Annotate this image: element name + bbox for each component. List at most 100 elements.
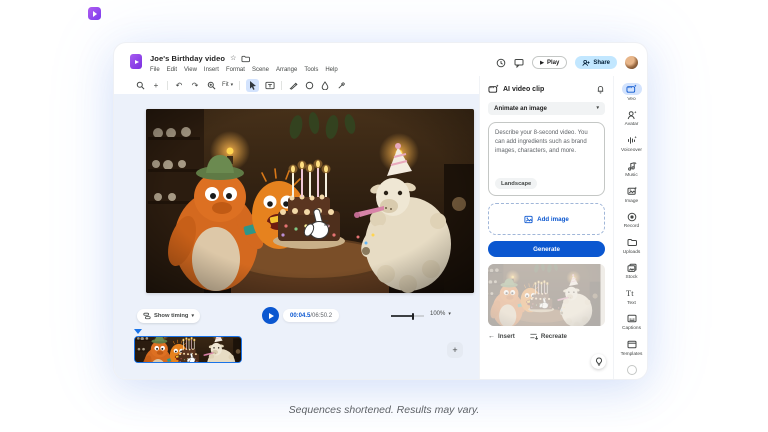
zoom-level-value: 100% [430,311,445,317]
timeline-play-button[interactable] [262,307,279,324]
divider [281,81,282,90]
play-button-label: Play [547,60,559,66]
sidebar-label: Voiceover [621,148,642,153]
sidebar-label: Record [624,224,639,229]
menu-help[interactable]: Help [325,67,337,73]
play-button[interactable]: ▶ Play [532,56,567,69]
chevron-down-icon: ▾ [596,106,599,111]
veo-icon [626,84,637,94]
document-title[interactable]: Joe's Birthday video [150,54,225,63]
playhead-marker[interactable] [134,329,142,334]
sidebar-item-stock[interactable]: Stock [614,262,648,281]
recreate-button[interactable]: Recreate [529,332,567,340]
aspect-ratio-chip[interactable]: Landscape [495,178,537,189]
move-folder-icon[interactable] [241,55,250,63]
sidebar-item-record[interactable]: Record [614,211,648,230]
play-icon: ▶ [540,60,544,66]
recreate-icon [529,332,538,340]
redo-icon[interactable]: ↷ [190,80,200,90]
sidebar-item-music[interactable]: Music [614,160,648,179]
record-icon [627,212,637,222]
account-avatar[interactable] [625,56,638,69]
volume-slider[interactable] [391,315,424,317]
chevron-down-icon: ▾ [191,314,194,319]
version-history-icon[interactable] [496,58,506,68]
star-icon[interactable]: ☆ [230,55,236,62]
shapes-icon[interactable] [304,80,314,90]
svg-text:Tt: Tt [626,288,634,298]
menu-insert[interactable]: Insert [204,67,219,73]
chevron-down-icon: ▾ [448,312,451,317]
video-frame[interactable] [146,109,474,293]
search-icon[interactable] [135,80,145,90]
generated-preview[interactable] [488,264,605,326]
chevron-down-icon: ▾ [231,83,234,88]
zoom-in-icon[interactable]: + [151,80,161,90]
menu-scene[interactable]: Scene [252,67,269,73]
paint-format-icon[interactable] [206,80,216,90]
current-time: 00:04.5 [290,313,310,319]
veo-clip-icon [488,84,499,94]
undo-icon[interactable]: ↶ [174,80,184,90]
time-display: 00:04.5 / 06:50.2 [283,309,339,322]
preview-thumbnail [488,264,605,326]
lightbulb-icon [595,357,603,366]
add-image-label: Add image [537,216,569,223]
tips-button[interactable] [591,354,606,369]
add-image-button[interactable]: Add image [488,203,605,235]
bell-icon[interactable] [596,84,605,94]
menu-file[interactable]: File [150,67,160,73]
menu-edit[interactable]: Edit [167,67,177,73]
insert-button[interactable]: ← Insert [488,333,515,340]
show-timing-label: Show timing [154,313,188,319]
ai-video-clip-panel: AI video clip Animate an image ▾ Describ… [479,76,613,380]
sidebar-item-veo[interactable]: Veo [614,83,648,102]
add-clip-button[interactable]: + [447,342,463,358]
fit-zoom-dropdown[interactable]: Fit ▾ [222,82,233,88]
divider [167,81,168,90]
templates-icon [627,340,637,349]
share-button[interactable]: Share [575,56,617,69]
mode-select[interactable]: Animate an image ▾ [488,102,605,115]
show-timing-button[interactable]: Show timing ▾ [137,309,200,323]
menu-view[interactable]: View [184,67,197,73]
sidebar-item-uploads[interactable]: Uploads [614,236,648,255]
editor-canvas[interactable]: Show timing ▾ 00:04.5 / 06:50.2 100% ▾ [114,94,479,380]
select-tool-button[interactable] [246,79,259,92]
prompt-placeholder: Describe your 8-second video. You can ad… [495,129,598,156]
title-row: Joe's Birthday video ☆ [150,54,250,63]
menu-tools[interactable]: Tools [304,67,318,73]
panel-title: AI video clip [503,86,592,93]
timing-icon [143,312,151,320]
captions-icon [627,314,637,323]
divider [239,81,240,90]
back-arrow-icon: ← [488,333,495,340]
zoom-level-dropdown[interactable]: 100% ▾ [430,311,451,317]
recreate-label: Recreate [541,333,567,340]
sidebar-item-image[interactable]: Image [614,185,648,204]
sidebar-label: Uploads [623,250,641,255]
pen-icon[interactable] [288,80,298,90]
sidebar-item-captions[interactable]: Captions [614,313,648,332]
music-icon [627,161,637,171]
clip-thumbnail [135,337,242,363]
timeline-clip[interactable] [134,336,242,363]
vids-logo-badge [88,7,101,20]
prompt-input[interactable]: Describe your 8-second video. You can ad… [488,122,605,196]
sidebar-item-templates[interactable]: Templates [614,338,648,357]
sidebar-item-text[interactable]: Tt Text [614,287,648,306]
sidebar-item-voiceover[interactable]: Voiceover [614,134,648,153]
text-box-icon[interactable] [265,80,275,90]
generate-button[interactable]: Generate [488,241,605,257]
background-fill-icon[interactable] [320,80,330,90]
panel-header: AI video clip [488,84,605,94]
eyedropper-icon[interactable] [336,80,346,90]
comments-icon[interactable] [514,58,524,68]
menu-arrange[interactable]: Arrange [276,67,297,73]
menu-format[interactable]: Format [226,67,245,73]
play-glyph [135,60,139,64]
app-logo-icon[interactable] [130,54,142,69]
folder-icon [627,238,637,247]
stock-media-icon [627,263,637,273]
sidebar-item-avatar[interactable]: Avatar [614,109,648,128]
